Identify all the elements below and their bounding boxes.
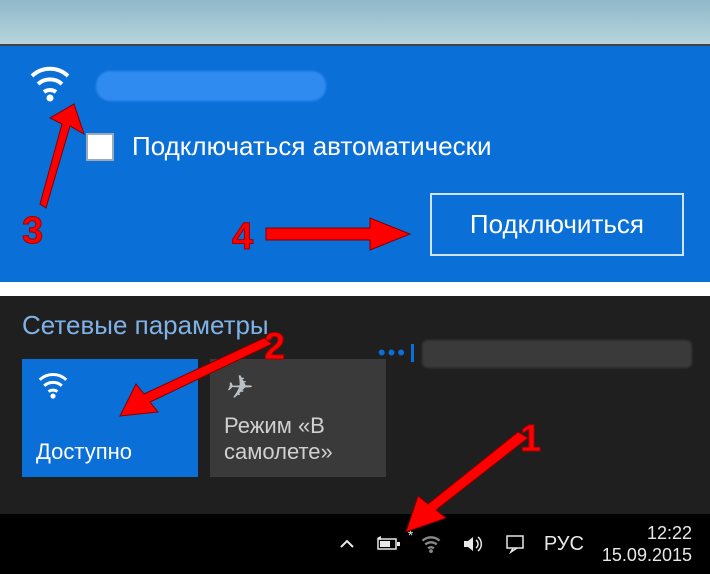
annotation-number-3: 3	[22, 210, 43, 253]
wifi-network-name-redacted	[96, 71, 326, 101]
annotation-arrow-3	[28, 96, 98, 216]
auto-connect-label: Подключаться автоматически	[132, 131, 492, 162]
annotation-arrow-4	[260, 216, 420, 256]
clock-time: 12:22	[602, 522, 692, 545]
tray-chevron-up-icon[interactable]	[334, 531, 360, 557]
connect-button[interactable]: Подключиться	[430, 193, 684, 256]
taskbar: * РУС 12:22 15.09.2015	[0, 514, 710, 574]
network-settings-title: Сетевые параметры	[22, 310, 694, 341]
router-icon: •••	[378, 340, 414, 366]
language-indicator[interactable]: РУС	[544, 533, 584, 556]
desktop-background-sliver	[0, 0, 710, 46]
annotation-arrow-1	[388, 432, 548, 542]
wifi-tile-label: Доступно	[36, 439, 184, 465]
annotation-arrow-2	[96, 338, 286, 428]
clock-date: 15.09.2015	[602, 544, 692, 567]
image-separator	[0, 282, 710, 296]
annotation-number-4: 4	[232, 216, 253, 259]
router-name-redacted	[422, 340, 692, 368]
taskbar-clock[interactable]: 12:22 15.09.2015	[602, 522, 692, 567]
